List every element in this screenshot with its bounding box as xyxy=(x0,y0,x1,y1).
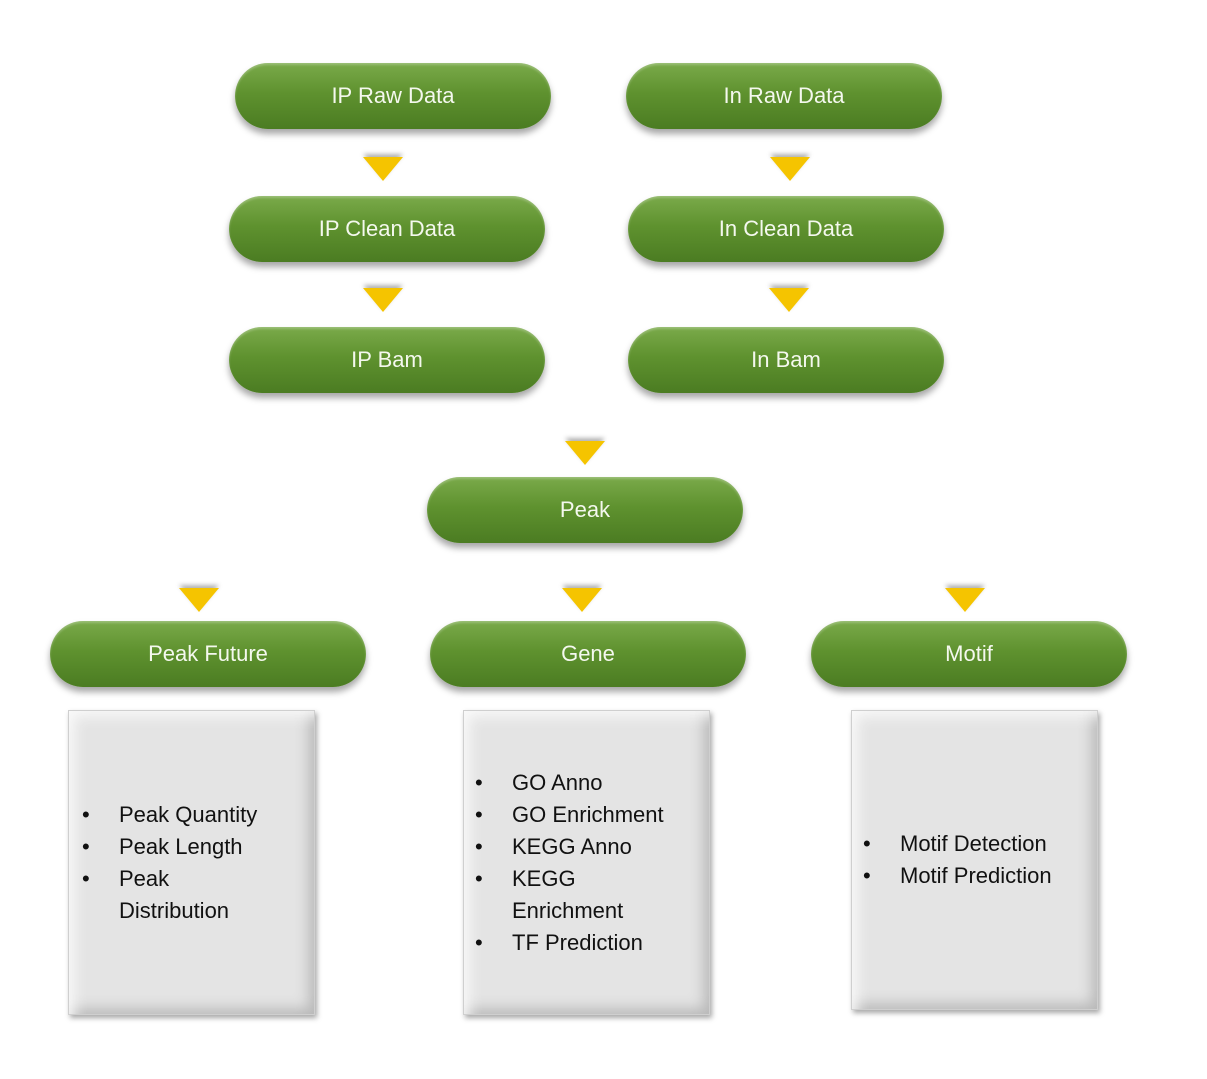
node-ip-bam: IP Bam xyxy=(229,327,545,393)
peak-future-box: Peak Quantity Peak Length Peak Distribut… xyxy=(68,710,315,1015)
list-item: TF Prediction xyxy=(475,927,664,959)
list-item: KEGG Anno xyxy=(475,831,664,863)
list-item: Peak Quantity xyxy=(82,799,259,831)
pipeline-diagram: IP Raw Data In Raw Data IP Clean Data In… xyxy=(0,0,1207,1079)
arrow-down-icon xyxy=(179,588,219,612)
node-ip-clean-data: IP Clean Data xyxy=(229,196,545,262)
list-item: Peak Length xyxy=(82,831,259,863)
list-item: Motif Prediction xyxy=(863,860,1052,892)
node-peak-future: Peak Future xyxy=(50,621,366,687)
list-item: Peak Distribution xyxy=(82,863,259,927)
motif-list: Motif Detection Motif Prediction xyxy=(851,828,1052,892)
list-item: GO Anno xyxy=(475,767,664,799)
node-in-clean-data: In Clean Data xyxy=(628,196,944,262)
list-item: KEGG Enrichment xyxy=(475,863,642,927)
arrow-down-icon xyxy=(769,288,809,312)
node-motif: Motif xyxy=(811,621,1127,687)
arrow-down-icon xyxy=(562,588,602,612)
list-item: Motif Detection xyxy=(863,828,1052,860)
arrow-down-icon xyxy=(565,441,605,465)
motif-box: Motif Detection Motif Prediction xyxy=(851,710,1098,1010)
node-ip-raw-data: IP Raw Data xyxy=(235,63,551,129)
gene-box: GO Anno GO Enrichment KEGG Anno KEGG Enr… xyxy=(463,710,710,1015)
node-in-raw-data: In Raw Data xyxy=(626,63,942,129)
peak-future-list: Peak Quantity Peak Length Peak Distribut… xyxy=(68,799,259,927)
list-item: GO Enrichment xyxy=(475,799,664,831)
node-peak: Peak xyxy=(427,477,743,543)
arrow-down-icon xyxy=(770,157,810,181)
arrow-down-icon xyxy=(363,288,403,312)
node-gene: Gene xyxy=(430,621,746,687)
gene-list: GO Anno GO Enrichment KEGG Anno KEGG Enr… xyxy=(463,767,664,959)
arrow-down-icon xyxy=(363,157,403,181)
node-in-bam: In Bam xyxy=(628,327,944,393)
arrow-down-icon xyxy=(945,588,985,612)
